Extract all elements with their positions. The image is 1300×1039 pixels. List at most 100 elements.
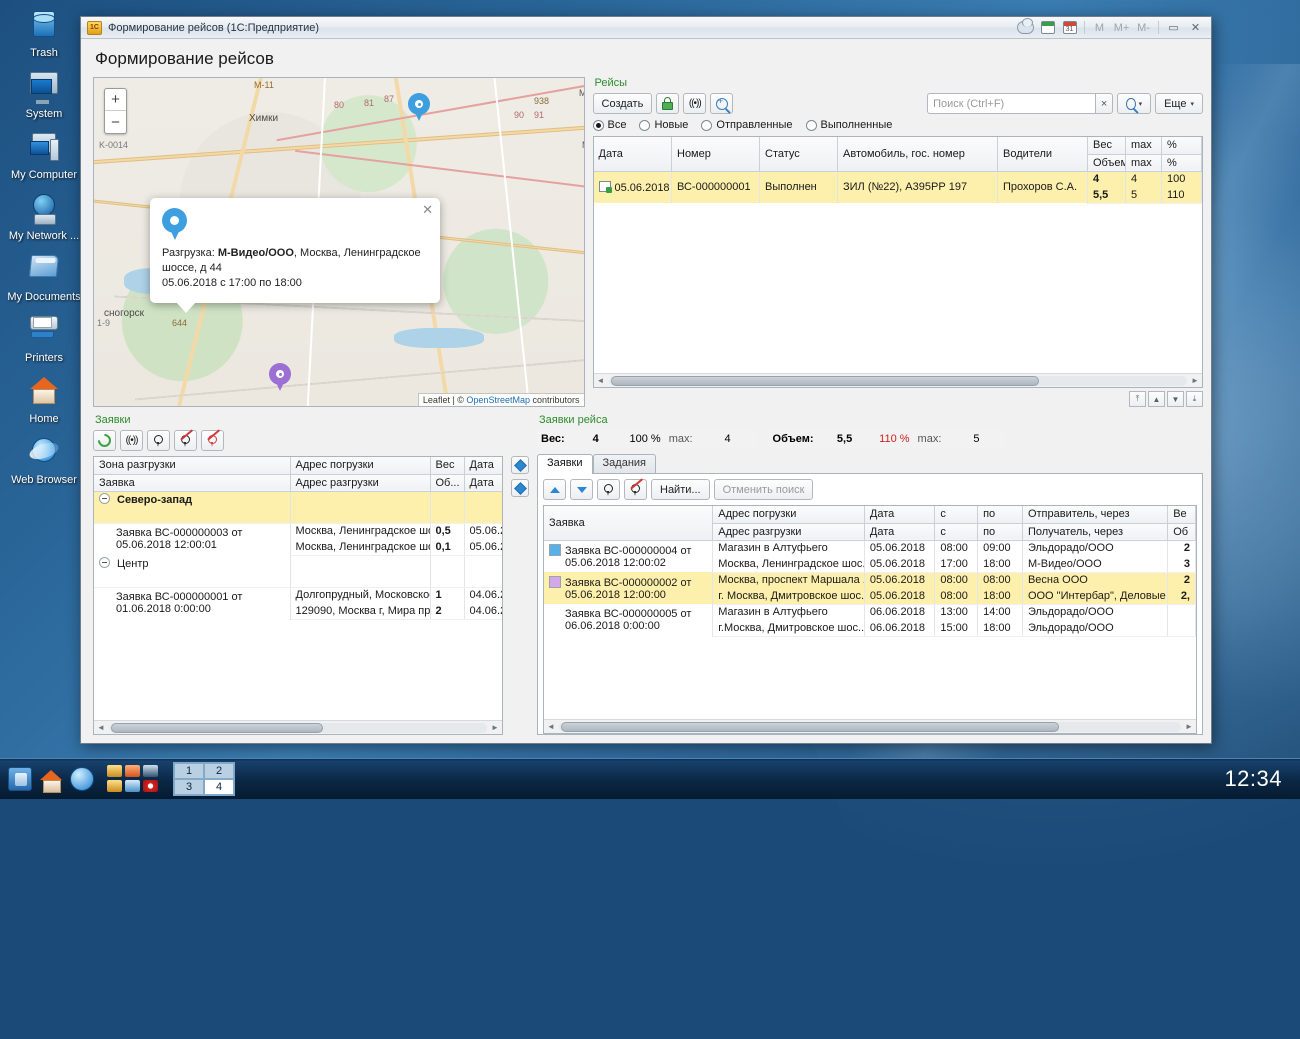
orders-col-order[interactable]: Заявка <box>94 474 290 491</box>
scroll-track[interactable] <box>109 723 487 733</box>
tab-zayavki[interactable]: Заявки <box>537 454 593 474</box>
desktop-icon-my-documents[interactable]: My Documents <box>0 255 88 303</box>
ro-col-to[interactable]: по <box>978 506 1023 523</box>
lock-green-icon[interactable] <box>656 93 679 114</box>
table-row[interactable]: Заявка ВС-000000002 от 05.06.2018 12:00:… <box>544 572 1196 588</box>
find-button[interactable]: Найти... <box>651 479 710 500</box>
map-zoom-out-button[interactable]: − <box>105 111 126 133</box>
ro-col-to2[interactable]: по <box>978 523 1023 540</box>
routes-search[interactable]: Поиск (Ctrl+F) × <box>927 93 1113 114</box>
group-row[interactable]: Центр <box>94 555 502 571</box>
start-menu-icon[interactable] <box>8 767 32 791</box>
taskbar-home-icon[interactable] <box>39 767 63 791</box>
desktop-icon-system[interactable]: System <box>0 72 88 120</box>
table-row[interactable]: Заявка ВС-000000003 от05.06.2018 12:00:0… <box>94 523 502 539</box>
move-from-route-button[interactable] <box>511 479 529 497</box>
scroll-right-arrow[interactable]: ► <box>1182 720 1196 733</box>
ro-col-from[interactable]: с <box>935 506 978 523</box>
table-row[interactable]: 05.06.2018 ВС-000000001 Выполнен ЗИЛ (№2… <box>594 171 1202 187</box>
orders-col-unload-zone[interactable]: Зона разгрузки <box>94 457 290 474</box>
collapse-icon[interactable] <box>99 557 110 568</box>
scroll-right-arrow[interactable]: ► <box>488 721 502 734</box>
quicklaunch-icon-4[interactable] <box>107 780 122 792</box>
memory-plus-button[interactable]: M+ <box>1112 19 1131 37</box>
ro-col-receiver[interactable]: Получатель, через <box>1022 523 1167 540</box>
routes-grid[interactable]: Дата Номер Статус Автомобиль, гос. номер… <box>593 136 1204 388</box>
quicklaunch-icon-2[interactable] <box>125 765 140 777</box>
close-window-button[interactable]: ✕ <box>1186 19 1205 37</box>
pager-page-2[interactable]: 2 <box>204 763 234 779</box>
scroll-left-arrow[interactable]: ◄ <box>544 720 558 733</box>
taskbar-quicklaunch[interactable] <box>107 765 159 793</box>
route-orders-horizontal-scrollbar[interactable]: ◄ ► <box>544 719 1196 733</box>
ro-col-date[interactable]: Дата <box>864 506 934 523</box>
filter-radio-sent[interactable]: Отправленные <box>701 119 792 131</box>
search-clear-button[interactable]: × <box>1095 93 1113 114</box>
nav-up-button[interactable]: ▲ <box>1148 391 1165 407</box>
scroll-left-arrow[interactable]: ◄ <box>94 721 108 734</box>
map-popup[interactable]: ✕ Разгрузка: М-Видео/ООО, Москва, Ленинг… <box>150 198 440 303</box>
orders-col-load-address[interactable]: Адрес погрузки <box>290 457 430 474</box>
desktop-icon-my-computer[interactable]: My Computer <box>0 133 88 181</box>
virtual-desktop-pager[interactable]: 1 2 3 4 <box>173 762 235 796</box>
routes-col-weight-pct[interactable]: % <box>1162 137 1202 154</box>
broadcast-icon[interactable]: ((•)) <box>683 93 706 114</box>
calendar-green-icon[interactable] <box>1038 19 1057 37</box>
ro-col-sender[interactable]: Отправитель, через <box>1022 506 1167 523</box>
desktop-icon-printers[interactable]: Printers <box>0 316 88 364</box>
desktop-icon-web-browser[interactable]: Web Browser <box>0 438 88 486</box>
collapse-icon[interactable] <box>99 493 110 504</box>
arrow-up-icon[interactable] <box>543 479 566 500</box>
scroll-track[interactable] <box>609 376 1188 386</box>
route-orders-grid[interactable]: Заявка Адрес погрузки Дата с по Отправит… <box>543 505 1197 734</box>
orders-horizontal-scrollbar[interactable]: ◄ ► <box>94 720 502 734</box>
ro-col-order[interactable]: Заявка <box>544 506 713 540</box>
orders-col-volume[interactable]: Об... <box>430 474 464 491</box>
pin-clear-icon[interactable] <box>174 430 197 451</box>
ro-col-from2[interactable]: с <box>935 523 978 540</box>
move-to-route-button[interactable] <box>511 456 529 474</box>
scroll-track[interactable] <box>559 722 1181 732</box>
scroll-left-arrow[interactable]: ◄ <box>594 374 608 387</box>
arrow-down-icon[interactable] <box>570 479 593 500</box>
orders-col-date[interactable]: Дата <box>464 457 502 474</box>
window-titlebar[interactable]: 1C Формирование рейсов (1С:Предприятие) … <box>81 17 1211 39</box>
ro-col-unload-address[interactable]: Адрес разгрузки <box>713 523 865 540</box>
pin-clear-all-icon[interactable] <box>201 430 224 451</box>
search-button[interactable]: ▾ <box>1117 93 1151 114</box>
pager-page-1[interactable]: 1 <box>174 763 204 779</box>
routes-horizontal-scrollbar[interactable]: ◄ ► <box>594 373 1203 387</box>
restore-window-button[interactable]: ▭ <box>1164 19 1183 37</box>
routes-col-number[interactable]: Номер <box>672 137 760 171</box>
orders-grid[interactable]: Зона разгрузки Адрес погрузки Вес Дата З… <box>93 456 503 735</box>
pager-page-3[interactable]: 3 <box>174 779 204 795</box>
pin-clear-icon[interactable] <box>624 479 647 500</box>
taskbar-web-browser-icon[interactable] <box>70 767 94 791</box>
pin-icon[interactable] <box>597 479 620 500</box>
routes-col-volume-pct[interactable]: % <box>1162 154 1202 171</box>
routes-col-vehicle[interactable]: Автомобиль, гос. номер <box>838 137 998 171</box>
create-route-button[interactable]: Создать <box>593 93 653 114</box>
memory-minus-button[interactable]: M- <box>1134 19 1153 37</box>
quicklaunch-icon-1[interactable] <box>107 765 122 777</box>
desktop-icon-home[interactable]: Home <box>0 377 88 425</box>
routes-col-drivers[interactable]: Водители <box>998 137 1088 171</box>
calendar-red-icon[interactable]: 31 <box>1060 19 1079 37</box>
orders-col-date2[interactable]: Дата <box>464 474 502 491</box>
filter-radio-new[interactable]: Новые <box>639 119 688 131</box>
routes-col-weight-max[interactable]: max <box>1126 137 1162 154</box>
ro-col-weight[interactable]: Ве <box>1168 506 1196 523</box>
routes-col-volume[interactable]: Объем <box>1088 154 1126 171</box>
nav-last-button[interactable]: ⤓ <box>1186 391 1203 407</box>
scroll-right-arrow[interactable]: ► <box>1188 374 1202 387</box>
group-row[interactable]: Северо-запад <box>94 491 502 507</box>
table-row[interactable]: Заявка ВС-000000001 от01.06.2018 0:00:00… <box>94 587 502 603</box>
filter-radio-all[interactable]: Все <box>593 119 627 131</box>
orders-col-weight[interactable]: Вес <box>430 457 464 474</box>
map-attr-link[interactable]: OpenStreetMap <box>466 395 530 405</box>
map-popup-close-icon[interactable]: ✕ <box>422 202 433 217</box>
memory-button[interactable]: M <box>1090 19 1109 37</box>
map-zoom-controls[interactable]: + − <box>104 88 127 134</box>
nav-first-button[interactable]: ⤒ <box>1129 391 1146 407</box>
pager-page-4[interactable]: 4 <box>204 779 234 795</box>
